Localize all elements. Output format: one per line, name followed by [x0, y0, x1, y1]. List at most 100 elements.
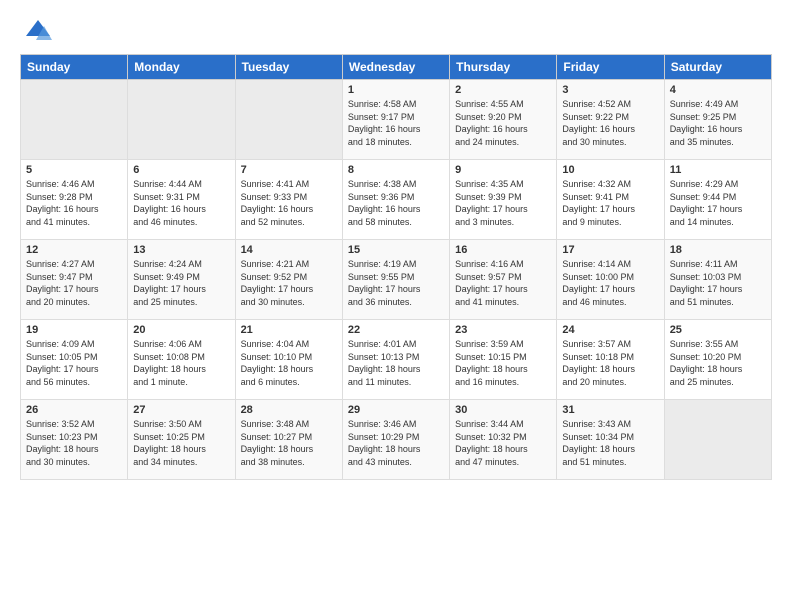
calendar-cell: 23 Sunrise: 3:59 AM Sunset: 10:15 PM Dayl… — [450, 320, 557, 400]
day-info: Sunrise: 4:01 AM Sunset: 10:13 PM Daylig… — [348, 338, 444, 388]
day-info: Sunrise: 3:48 AM Sunset: 10:27 PM Daylig… — [241, 418, 337, 468]
day-number: 16 — [455, 244, 551, 256]
calendar-cell: 21Sunrise: 4:04 AM Sunset: 10:10 PM Dayl… — [235, 320, 342, 400]
calendar-cell: 29 Sunrise: 3:46 AM Sunset: 10:29 PM Dayl… — [342, 400, 449, 480]
calendar-cell: 3 Sunrise: 4:52 AM Sunset: 9:22 PM Daylig… — [557, 80, 664, 160]
day-info: Sunrise: 3:59 AM Sunset: 10:15 PM Daylig… — [455, 338, 551, 388]
calendar-cell — [235, 80, 342, 160]
calendar-cell: 7Sunrise: 4:41 AM Sunset: 9:33 PM Daylig… — [235, 160, 342, 240]
calendar-cell: 31 Sunrise: 3:43 AM Sunset: 10:34 PM Dayl… — [557, 400, 664, 480]
calendar-cell: 18Sunrise: 4:11 AM Sunset: 10:03 PM Dayl… — [664, 240, 771, 320]
day-info: Sunrise: 4:21 AM Sunset: 9:52 PM Dayligh… — [241, 258, 337, 308]
day-info: Sunrise: 4:52 AM Sunset: 9:22 PM Dayligh… — [562, 98, 658, 148]
calendar-week-row: 1 Sunrise: 4:58 AM Sunset: 9:17 PM Daylig… — [21, 80, 772, 160]
logo — [20, 16, 52, 44]
calendar-header-tuesday: Tuesday — [235, 55, 342, 80]
calendar-cell: 27 Sunrise: 3:50 AM Sunset: 10:25 PM Dayl… — [128, 400, 235, 480]
day-number: 2 — [455, 84, 551, 96]
day-number: 22 — [348, 324, 444, 336]
day-number: 1 — [348, 84, 444, 96]
page: SundayMondayTuesdayWednesdayThursdayFrid… — [0, 0, 792, 612]
day-info: Sunrise: 4:09 AM Sunset: 10:05 PM Daylig… — [26, 338, 122, 388]
calendar-cell: 19 Sunrise: 4:09 AM Sunset: 10:05 PM Dayl… — [21, 320, 128, 400]
day-info: Sunrise: 4:49 AM Sunset: 9:25 PM Dayligh… — [670, 98, 766, 148]
day-info: Sunrise: 3:52 AM Sunset: 10:23 PM Daylig… — [26, 418, 122, 468]
day-info: Sunrise: 4:16 AM Sunset: 9:57 PM Dayligh… — [455, 258, 551, 308]
calendar-cell: 16 Sunrise: 4:16 AM Sunset: 9:57 PM Dayli… — [450, 240, 557, 320]
calendar-cell: 5 Sunrise: 4:46 AM Sunset: 9:28 PM Daylig… — [21, 160, 128, 240]
calendar-header-monday: Monday — [128, 55, 235, 80]
day-info: Sunrise: 3:57 AM Sunset: 10:18 PM Daylig… — [562, 338, 658, 388]
calendar-cell — [21, 80, 128, 160]
day-info: Sunrise: 4:46 AM Sunset: 9:28 PM Dayligh… — [26, 178, 122, 228]
calendar-cell — [664, 400, 771, 480]
day-info: Sunrise: 3:55 AM Sunset: 10:20 PM Daylig… — [670, 338, 766, 388]
calendar-cell: 20 Sunrise: 4:06 AM Sunset: 10:08 PM Dayl… — [128, 320, 235, 400]
day-info: Sunrise: 4:24 AM Sunset: 9:49 PM Dayligh… — [133, 258, 229, 308]
calendar-header-sunday: Sunday — [21, 55, 128, 80]
day-number: 7 — [241, 164, 337, 176]
calendar-header-thursday: Thursday — [450, 55, 557, 80]
day-info: Sunrise: 4:29 AM Sunset: 9:44 PM Dayligh… — [670, 178, 766, 228]
day-info: Sunrise: 3:44 AM Sunset: 10:32 PM Daylig… — [455, 418, 551, 468]
calendar-header-saturday: Saturday — [664, 55, 771, 80]
day-number: 9 — [455, 164, 551, 176]
day-number: 31 — [562, 404, 658, 416]
day-number: 27 — [133, 404, 229, 416]
calendar-cell: 15 Sunrise: 4:19 AM Sunset: 9:55 PM Dayli… — [342, 240, 449, 320]
calendar-cell: 17 Sunrise: 4:14 AM Sunset: 10:00 PM Dayl… — [557, 240, 664, 320]
day-info: Sunrise: 3:46 AM Sunset: 10:29 PM Daylig… — [348, 418, 444, 468]
day-number: 15 — [348, 244, 444, 256]
day-info: Sunrise: 4:14 AM Sunset: 10:00 PM Daylig… — [562, 258, 658, 308]
day-number: 5 — [26, 164, 122, 176]
day-info: Sunrise: 4:06 AM Sunset: 10:08 PM Daylig… — [133, 338, 229, 388]
calendar-cell: 25Sunrise: 3:55 AM Sunset: 10:20 PM Dayl… — [664, 320, 771, 400]
calendar-header-friday: Friday — [557, 55, 664, 80]
day-number: 23 — [455, 324, 551, 336]
day-number: 4 — [670, 84, 766, 96]
day-number: 14 — [241, 244, 337, 256]
calendar-week-row: 26 Sunrise: 3:52 AM Sunset: 10:23 PM Dayl… — [21, 400, 772, 480]
day-number: 13 — [133, 244, 229, 256]
day-number: 10 — [562, 164, 658, 176]
day-number: 17 — [562, 244, 658, 256]
day-info: Sunrise: 4:04 AM Sunset: 10:10 PM Daylig… — [241, 338, 337, 388]
day-info: Sunrise: 3:50 AM Sunset: 10:25 PM Daylig… — [133, 418, 229, 468]
calendar-cell: 11 Sunrise: 4:29 AM Sunset: 9:44 PM Dayli… — [664, 160, 771, 240]
day-number: 29 — [348, 404, 444, 416]
calendar-week-row: 19 Sunrise: 4:09 AM Sunset: 10:05 PM Dayl… — [21, 320, 772, 400]
calendar-cell: 4 Sunrise: 4:49 AM Sunset: 9:25 PM Daylig… — [664, 80, 771, 160]
calendar-cell: 6Sunrise: 4:44 AM Sunset: 9:31 PM Daylig… — [128, 160, 235, 240]
day-number: 11 — [670, 164, 766, 176]
calendar-cell: 12 Sunrise: 4:27 AM Sunset: 9:47 PM Dayli… — [21, 240, 128, 320]
day-number: 24 — [562, 324, 658, 336]
calendar-cell: 14 Sunrise: 4:21 AM Sunset: 9:52 PM Dayli… — [235, 240, 342, 320]
day-info: Sunrise: 3:43 AM Sunset: 10:34 PM Daylig… — [562, 418, 658, 468]
calendar-cell: 24 Sunrise: 3:57 AM Sunset: 10:18 PM Dayl… — [557, 320, 664, 400]
calendar-week-row: 5 Sunrise: 4:46 AM Sunset: 9:28 PM Daylig… — [21, 160, 772, 240]
day-info: Sunrise: 4:11 AM Sunset: 10:03 PM Daylig… — [670, 258, 766, 308]
day-info: Sunrise: 4:55 AM Sunset: 9:20 PM Dayligh… — [455, 98, 551, 148]
calendar-cell: 2 Sunrise: 4:55 AM Sunset: 9:20 PM Daylig… — [450, 80, 557, 160]
calendar-cell: 13 Sunrise: 4:24 AM Sunset: 9:49 PM Dayli… — [128, 240, 235, 320]
day-info: Sunrise: 4:44 AM Sunset: 9:31 PM Dayligh… — [133, 178, 229, 228]
day-number: 20 — [133, 324, 229, 336]
header — [20, 16, 772, 44]
day-number: 30 — [455, 404, 551, 416]
calendar-cell: 26 Sunrise: 3:52 AM Sunset: 10:23 PM Dayl… — [21, 400, 128, 480]
day-info: Sunrise: 4:58 AM Sunset: 9:17 PM Dayligh… — [348, 98, 444, 148]
calendar-cell: 22 Sunrise: 4:01 AM Sunset: 10:13 PM Dayl… — [342, 320, 449, 400]
day-number: 12 — [26, 244, 122, 256]
day-info: Sunrise: 4:19 AM Sunset: 9:55 PM Dayligh… — [348, 258, 444, 308]
day-number: 3 — [562, 84, 658, 96]
calendar-cell: 30 Sunrise: 3:44 AM Sunset: 10:32 PM Dayl… — [450, 400, 557, 480]
day-info: Sunrise: 4:32 AM Sunset: 9:41 PM Dayligh… — [562, 178, 658, 228]
calendar-cell: 9Sunrise: 4:35 AM Sunset: 9:39 PM Daylig… — [450, 160, 557, 240]
calendar-week-row: 12 Sunrise: 4:27 AM Sunset: 9:47 PM Dayli… — [21, 240, 772, 320]
day-number: 19 — [26, 324, 122, 336]
day-number: 26 — [26, 404, 122, 416]
day-info: Sunrise: 4:27 AM Sunset: 9:47 PM Dayligh… — [26, 258, 122, 308]
day-number: 28 — [241, 404, 337, 416]
calendar-cell — [128, 80, 235, 160]
calendar-table: SundayMondayTuesdayWednesdayThursdayFrid… — [20, 54, 772, 480]
